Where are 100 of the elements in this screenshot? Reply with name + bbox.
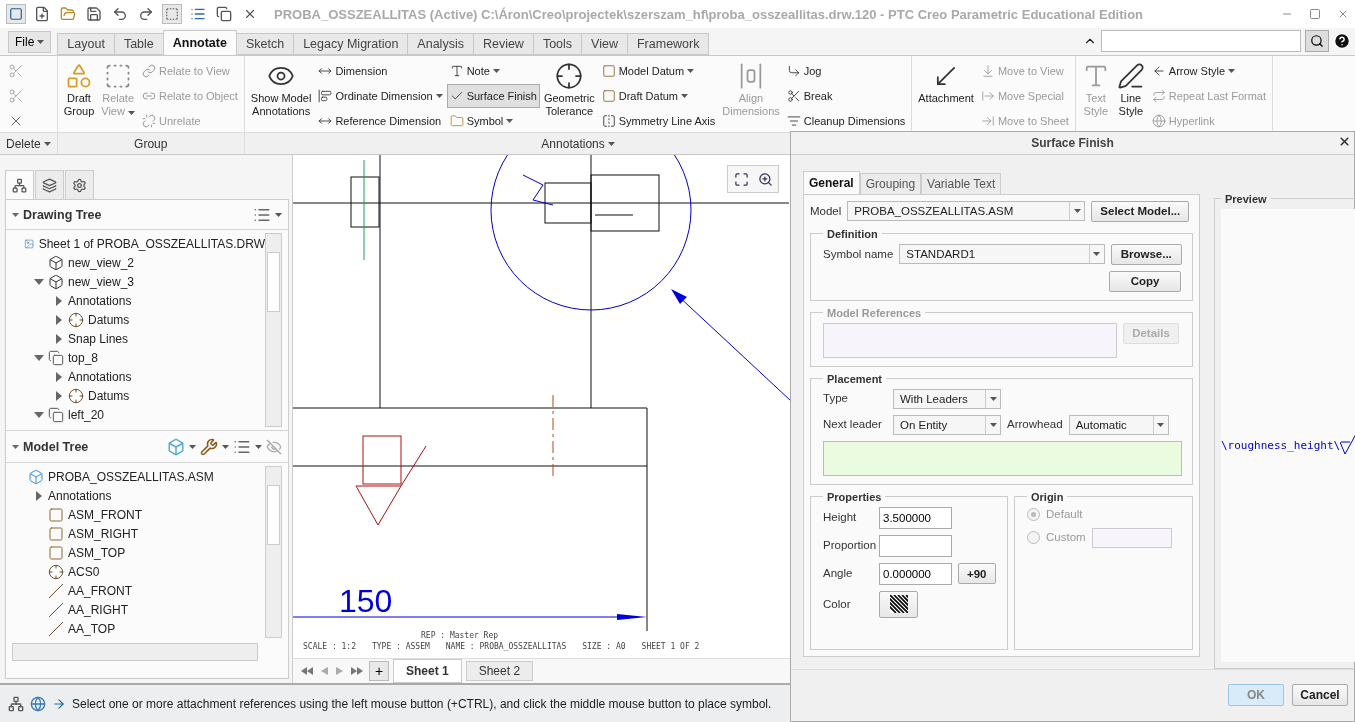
scrollbar[interactable] bbox=[265, 233, 282, 427]
tree-item[interactable]: Datums bbox=[88, 312, 130, 327]
ribbon-button[interactable]: Surface Finish bbox=[446, 84, 540, 108]
angle-field[interactable]: 0.000000 bbox=[879, 562, 952, 585]
collapsed-arrow-icon[interactable] bbox=[54, 333, 64, 344]
file-menu[interactable]: File bbox=[8, 31, 52, 53]
last-sheet-button[interactable] bbox=[349, 667, 365, 675]
expanded-arrow-icon[interactable] bbox=[34, 409, 44, 420]
tree-item[interactable]: AA_RIGHT bbox=[68, 602, 128, 617]
ribbon-tab[interactable]: Tools bbox=[532, 33, 583, 55]
next-leader-dropdown[interactable]: On Entity bbox=[893, 414, 1001, 435]
globe-icon[interactable] bbox=[30, 695, 46, 712]
ribbon-button[interactable]: Cleanup Dimensions bbox=[783, 109, 909, 133]
collapsed-arrow-icon[interactable] bbox=[54, 314, 64, 325]
tree-item[interactable]: left_20 bbox=[68, 407, 105, 422]
search-button[interactable] bbox=[1305, 30, 1329, 52]
browse-button[interactable]: Browse... bbox=[1110, 243, 1182, 265]
dialog-tab[interactable]: General bbox=[803, 170, 860, 194]
sheet-tab[interactable]: Sheet 2 bbox=[465, 661, 534, 681]
panel-tab[interactable] bbox=[35, 170, 64, 199]
close-button[interactable] bbox=[1338, 135, 1351, 148]
ribbon-button[interactable]: Note bbox=[446, 59, 540, 83]
tree-item[interactable]: Datums bbox=[88, 388, 130, 403]
tree-item[interactable]: top_8 bbox=[68, 350, 99, 365]
tree-item[interactable]: Snap Lines bbox=[68, 331, 129, 346]
height-field[interactable]: 3.500000 bbox=[879, 506, 952, 529]
ribbon-button[interactable]: Symbol bbox=[446, 109, 540, 133]
collapsed-arrow-icon[interactable] bbox=[54, 371, 64, 382]
ribbon-button[interactable]: Dimension bbox=[315, 59, 446, 83]
search-field[interactable] bbox=[1101, 30, 1301, 52]
tree-item[interactable]: Annotations bbox=[48, 488, 112, 503]
close-icon[interactable] bbox=[1337, 8, 1349, 20]
ribbon-button[interactable]: Geometric Tolerance bbox=[540, 59, 598, 121]
ribbon-tab[interactable]: Review bbox=[472, 33, 534, 55]
add-sheet-button[interactable]: + bbox=[369, 661, 389, 681]
ribbon-button[interactable]: Show Model Annotations bbox=[247, 59, 315, 121]
first-sheet-button[interactable] bbox=[299, 667, 315, 675]
ribbon-button[interactable]: Draft Datum bbox=[598, 84, 719, 108]
tree-item[interactable]: Annotations bbox=[68, 293, 132, 308]
ribbon-button[interactable]: Break bbox=[783, 84, 909, 108]
select-model-button[interactable]: Select Model... bbox=[1091, 200, 1190, 222]
app-icon[interactable] bbox=[6, 4, 26, 24]
scrollbar[interactable] bbox=[12, 643, 258, 661]
dialog-tab[interactable]: Grouping bbox=[859, 172, 922, 194]
ribbon-button[interactable]: Attachment bbox=[915, 59, 977, 108]
copy-button[interactable]: Copy bbox=[1109, 270, 1181, 292]
reference-field[interactable] bbox=[823, 440, 1182, 476]
type-dropdown[interactable]: With Leaders bbox=[893, 388, 1001, 409]
ribbon-tab[interactable]: View bbox=[581, 33, 628, 55]
ribbon-button[interactable]: Draft Group bbox=[60, 59, 98, 121]
ribbon-button[interactable]: Symmetry Line Axis bbox=[598, 109, 719, 133]
rotate-button[interactable]: +90 bbox=[958, 563, 996, 585]
symbol-dropdown[interactable]: STANDARD1 bbox=[899, 244, 1105, 265]
panel-tab[interactable] bbox=[65, 170, 94, 199]
arrowhead-dropdown[interactable]: Automatic bbox=[1068, 414, 1169, 435]
ribbon-tab[interactable]: Framework bbox=[626, 33, 710, 55]
tree-item[interactable]: new_view_3 bbox=[68, 274, 135, 289]
tree-item[interactable]: Sheet 1 of PROBA_OSSZEALLITAS.DRW bbox=[38, 236, 265, 251]
collapsed-arrow-icon[interactable] bbox=[54, 295, 64, 306]
expanded-arrow-icon[interactable] bbox=[34, 276, 44, 287]
tree-item[interactable]: ASM_TOP bbox=[68, 545, 126, 560]
model-dropdown[interactable]: PROBA_OSSZEALLITAS.ASM bbox=[847, 201, 1086, 222]
tree-item[interactable]: new_view_2 bbox=[68, 255, 135, 270]
dialog-button[interactable]: Cancel bbox=[1292, 684, 1348, 707]
tree-item[interactable]: Annotations bbox=[68, 369, 132, 384]
ribbon-button[interactable]: Line Style bbox=[1113, 59, 1148, 121]
group-label[interactable]: Group bbox=[57, 132, 244, 154]
tree-item[interactable]: ACS0 bbox=[68, 564, 100, 579]
tree-item[interactable]: AA_FRONT bbox=[68, 583, 132, 598]
ribbon-tab[interactable]: Layout bbox=[57, 33, 115, 55]
collapsed-arrow-icon[interactable] bbox=[34, 490, 44, 501]
panel-tab[interactable] bbox=[5, 170, 34, 199]
tree-item[interactable]: ASM_FRONT bbox=[68, 507, 142, 522]
help-icon[interactable] bbox=[1333, 32, 1351, 50]
ribbon-tab[interactable]: Sketch bbox=[235, 33, 295, 55]
tree-item[interactable]: PROBA_OSSZEALLITAS.ASM bbox=[48, 469, 214, 484]
collapsed-arrow-icon[interactable] bbox=[54, 390, 64, 401]
tree-item[interactable]: AA_TOP bbox=[68, 621, 116, 636]
ribbon-button[interactable]: Ordinate Dimension bbox=[315, 84, 446, 108]
color-button[interactable] bbox=[879, 590, 918, 618]
ribbon-button[interactable]: Arrow Style bbox=[1148, 59, 1270, 83]
maximize-icon[interactable] bbox=[1309, 8, 1321, 20]
expanded-arrow-icon[interactable] bbox=[34, 352, 44, 363]
dialog-tab[interactable]: Variable Text bbox=[921, 172, 1002, 194]
scrollbar[interactable] bbox=[265, 466, 282, 638]
ribbon-button[interactable]: Jog bbox=[783, 59, 909, 83]
tree-item[interactable]: ASM_RIGHT bbox=[68, 526, 138, 541]
ribbon-tab[interactable]: Annotate bbox=[162, 30, 237, 55]
sheet-tab[interactable]: Sheet 1 bbox=[393, 659, 462, 683]
ribbon-tab[interactable]: Table bbox=[113, 33, 164, 55]
ribbon-tab[interactable]: Analysis bbox=[407, 33, 474, 55]
group-label[interactable]: Delete bbox=[0, 132, 57, 154]
save-icon[interactable] bbox=[84, 4, 104, 24]
proportion-field[interactable] bbox=[879, 534, 952, 557]
custom-origin-field[interactable] bbox=[1091, 527, 1172, 548]
ribbon-tab[interactable]: Legacy Migration bbox=[293, 33, 409, 55]
tree-icon[interactable] bbox=[8, 695, 24, 712]
ribbon-button[interactable]: Reference Dimension bbox=[315, 109, 446, 133]
wrench-icon[interactable] bbox=[200, 437, 218, 456]
dashed-square-icon[interactable] bbox=[162, 4, 182, 24]
